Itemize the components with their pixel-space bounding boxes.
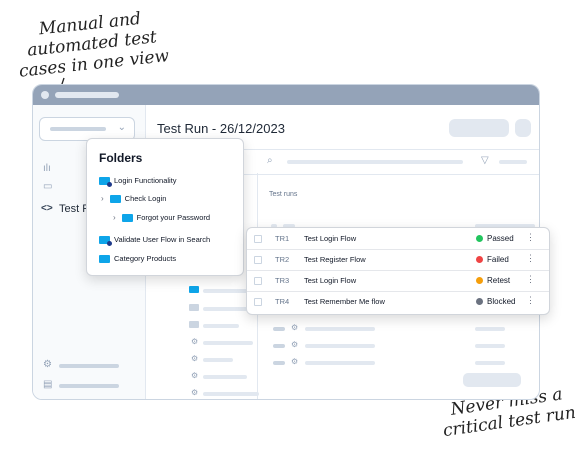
folder-icon [109,195,121,204]
row-placeholder [273,344,285,348]
annotation-top: Manual and automated test cases in one v… [18,8,171,82]
folder-item-validate-user-flow[interactable]: Validate User Flow in Search [99,235,211,247]
chart-icon[interactable]: ılı [43,163,51,174]
folder-icon [121,214,133,223]
gear-icon: ⚙ [191,371,199,380]
gear-icon: ⚙ [191,337,199,346]
project-select-placeholder [50,127,106,131]
docs-placeholder [59,384,119,388]
window-dot [41,91,49,99]
folder-item-label: Category Products [114,254,177,263]
row-placeholder [305,344,375,348]
title-placeholder [55,92,119,98]
folder-item-label: Validate User Flow in Search [114,235,211,244]
document-icon[interactable]: ▤ [43,379,52,390]
row-placeholder [305,327,375,331]
folder-icon [189,304,199,311]
test-run-row[interactable]: TR4 Test Remember Me flow Blocked ⋮ [247,291,549,312]
test-run-name: Test Register Flow [304,255,366,264]
chevron-right-icon[interactable]: › [113,213,116,222]
folder-icon [189,286,199,293]
folder-placeholder [203,341,253,345]
test-run-id: TR2 [275,255,290,264]
test-run-id: TR1 [275,234,290,243]
test-run-row[interactable]: TR3 Test Login Flow Retest ⋮ [247,270,549,292]
status-badge: Retest [487,276,511,285]
folder-icon [99,255,110,264]
row-checkbox[interactable] [254,298,262,306]
chevron-down-icon: ⌄ [117,122,126,133]
row-placeholder [475,344,505,348]
folder-item-label: Forgot your Password [136,213,211,222]
folder-placeholder [203,392,259,396]
folders-title: Folders [99,151,143,165]
row-checkbox[interactable] [254,235,262,243]
chevron-right-icon[interactable]: › [101,194,104,203]
code-icon: <> [41,203,53,214]
status-dot [476,235,483,242]
folder-gear-icon [99,236,112,247]
folder-item-category-products[interactable]: Category Products [99,254,177,264]
test-run-row[interactable]: TR1 Test Login Flow Passed ⋮ [247,228,549,250]
row-placeholder [273,361,285,365]
kebab-menu-icon[interactable]: ⋮ [526,253,535,264]
column-header: Test runs [269,191,298,198]
test-run-name: Test Login Flow [304,276,357,285]
status-badge: Blocked [487,297,516,306]
test-run-row[interactable]: TR2 Test Register Flow Failed ⋮ [247,249,549,271]
status-dot [476,277,483,284]
row-checkbox[interactable] [254,277,262,285]
test-run-name: Test Remember Me flow [304,297,385,306]
folder-placeholder [203,375,247,379]
settings-gear-icon[interactable]: ⚙ [43,359,52,370]
search-input[interactable] [287,160,463,164]
folder-placeholder [203,324,239,328]
filter-label-placeholder [499,160,527,164]
test-run-id: TR4 [275,297,290,306]
settings-placeholder [59,364,119,368]
folders-panel: Folders Login Functionality › Check Login… [86,138,244,276]
gear-icon: ⚙ [191,388,199,397]
test-run-name: Test Login Flow [304,234,357,243]
folder-gear-icon [99,177,112,188]
page-title: Test Run - 26/12/2023 [157,121,285,136]
folder-item-label: Check Login [124,194,167,203]
primary-action-button[interactable] [449,119,509,137]
folder-item-label: Login Functionality [114,176,177,185]
filter-icon[interactable]: ▽ [481,155,489,166]
gear-icon: ⚙ [191,354,199,363]
status-badge: Passed [487,234,514,243]
test-runs-panel: TR1 Test Login Flow Passed ⋮ TR2 Test Re… [246,227,550,315]
row-placeholder [475,327,505,331]
status-dot [476,256,483,263]
search-icon[interactable]: ⌕ [267,155,273,166]
kebab-menu-icon[interactable]: ⋮ [526,274,535,285]
folder-placeholder [203,289,249,293]
title-bar [33,85,539,105]
test-run-id: TR3 [275,276,290,285]
more-actions-button[interactable] [515,119,531,137]
folder-placeholder [203,358,233,362]
gear-icon: ⚙ [291,340,299,349]
folder-icon [189,321,199,328]
gear-icon: ⚙ [291,323,299,332]
row-placeholder [273,327,285,331]
kebab-menu-icon[interactable]: ⋮ [526,232,535,243]
folder-outline-icon[interactable]: ▭ [43,181,52,192]
row-checkbox[interactable] [254,256,262,264]
status-badge: Failed [487,255,509,264]
folder-item-login-functionality[interactable]: Login Functionality [99,176,177,188]
folder-item-check-login[interactable]: › Check Login [101,194,167,204]
row-placeholder [305,361,375,365]
status-dot [476,298,483,305]
folder-item-forgot-password[interactable]: › Forgot your Password [113,213,211,223]
row-placeholder [475,361,505,365]
gear-icon: ⚙ [291,357,299,366]
kebab-menu-icon[interactable]: ⋮ [526,295,535,306]
footer-action-button[interactable] [463,373,521,387]
